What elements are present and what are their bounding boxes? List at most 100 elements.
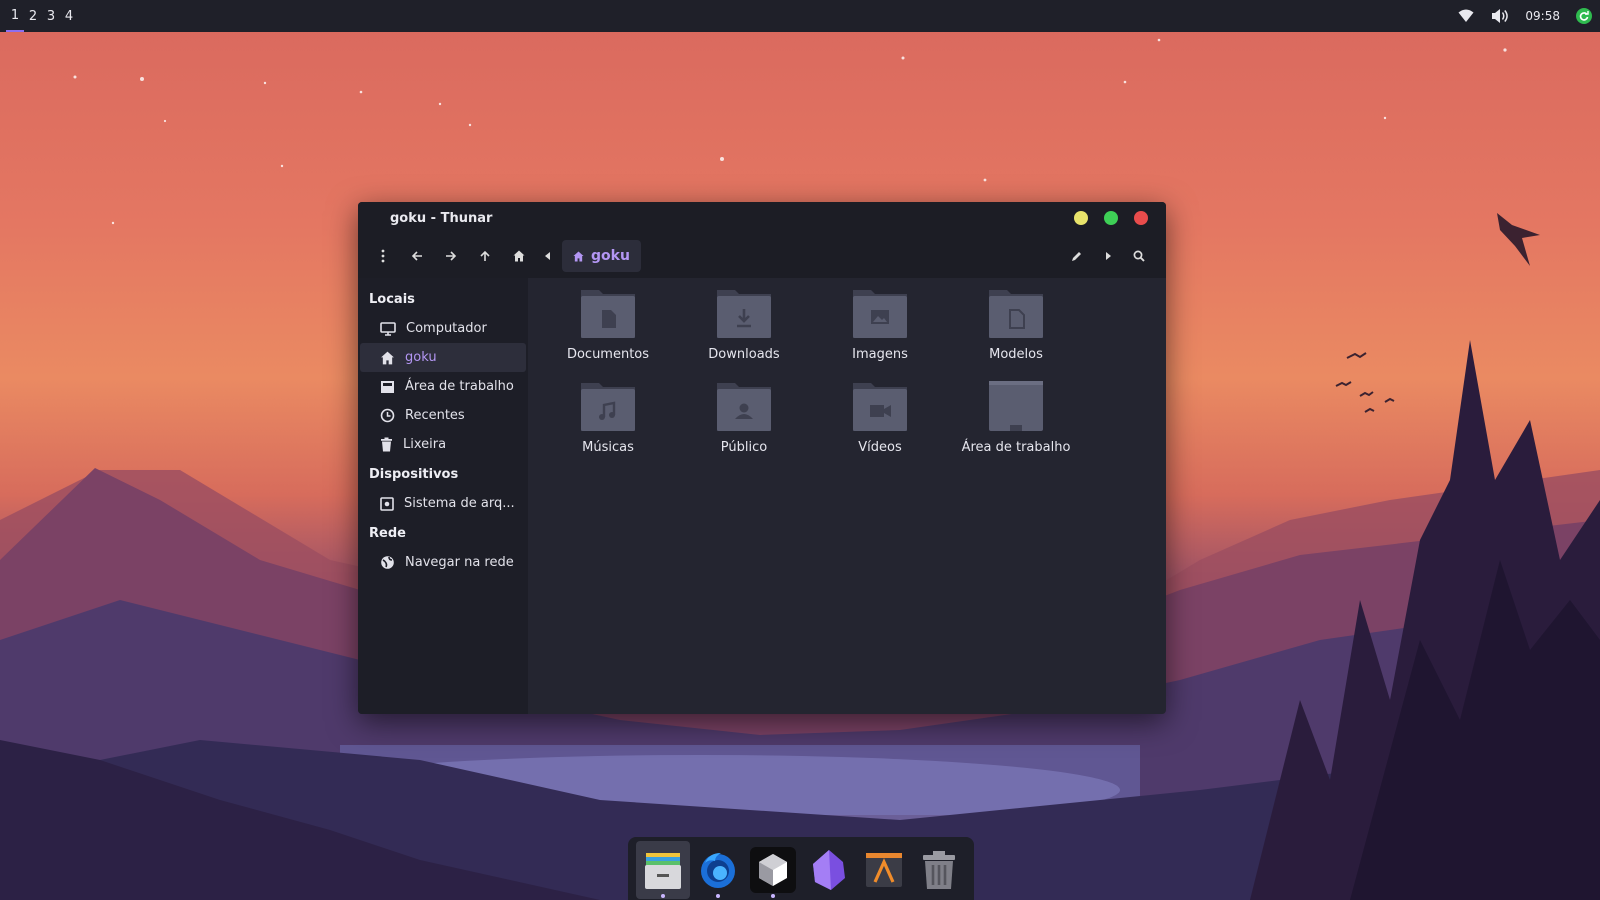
folder-item-videos[interactable]: Vídeos bbox=[812, 379, 948, 455]
folder-desktop-icon bbox=[989, 381, 1043, 431]
running-indicator bbox=[771, 894, 776, 898]
monitor-icon bbox=[380, 321, 396, 336]
sidebar-item-label: Lixeira bbox=[403, 437, 447, 452]
firefox-app-icon bbox=[701, 853, 736, 888]
folder-item-area-de-trabalho[interactable]: Área de trabalho bbox=[948, 379, 1084, 455]
breadcrumb-right-button[interactable] bbox=[1096, 241, 1120, 271]
file-label: Vídeos bbox=[858, 440, 902, 455]
dock-app-files[interactable] bbox=[636, 841, 691, 899]
home-icon bbox=[573, 250, 584, 262]
dock-app-trash[interactable] bbox=[912, 841, 966, 899]
drive-icon bbox=[380, 496, 394, 511]
sidebar-item-lixeira[interactable]: Lixeira bbox=[360, 430, 526, 459]
folder-download-icon bbox=[717, 290, 771, 338]
window-title: goku - Thunar bbox=[390, 210, 493, 226]
sidebar-item-goku[interactable]: goku bbox=[360, 343, 526, 372]
close-button[interactable] bbox=[1134, 211, 1148, 225]
sublime-app-icon bbox=[865, 853, 902, 887]
running-indicator bbox=[661, 894, 666, 898]
system-tray: 09:58 bbox=[1457, 7, 1594, 25]
kebab-menu-icon bbox=[381, 249, 385, 263]
sidebar-item-area-de-trabalho[interactable]: Área de trabalho bbox=[360, 372, 526, 401]
folder-item-downloads[interactable]: Downloads bbox=[676, 286, 812, 362]
folder-item-documentos[interactable]: Documentos bbox=[540, 286, 676, 362]
file-label: Documentos bbox=[566, 347, 650, 362]
forward-button[interactable] bbox=[434, 241, 468, 271]
wifi-icon[interactable] bbox=[1457, 7, 1475, 25]
folder-public-icon bbox=[717, 383, 771, 431]
file-label: Músicas bbox=[582, 440, 634, 455]
sidebar-item-navegar-na-rede[interactable]: Navegar na rede bbox=[360, 548, 526, 577]
arrow-left-icon bbox=[411, 251, 422, 261]
folder-videos-icon bbox=[853, 383, 907, 431]
folder-item-musicas[interactable]: Músicas bbox=[540, 379, 676, 455]
file-label: Área de trabalho bbox=[961, 440, 1071, 455]
chevron-left-icon bbox=[545, 252, 550, 260]
trash-app-icon bbox=[922, 851, 955, 889]
back-button[interactable] bbox=[400, 241, 434, 271]
file-label: Downloads bbox=[708, 347, 780, 362]
folder-templates-icon bbox=[989, 290, 1043, 338]
breadcrumb-home[interactable]: goku bbox=[562, 240, 641, 272]
sidebar-section-title: Dispositivos bbox=[369, 466, 459, 482]
sidebar-item-label: Área de trabalho bbox=[405, 379, 514, 394]
folder-item-imagens[interactable]: Imagens bbox=[812, 286, 948, 362]
folder-item-publico[interactable]: Público bbox=[676, 379, 812, 455]
trash-icon bbox=[381, 437, 392, 452]
sidebar-item-recentes[interactable]: Recentes bbox=[360, 401, 526, 430]
desktop-icon bbox=[381, 380, 394, 393]
breadcrumb-left-button[interactable] bbox=[536, 241, 560, 271]
folder-pictures-icon bbox=[853, 290, 907, 338]
dock-app-sublime[interactable] bbox=[857, 841, 911, 899]
running-indicator bbox=[716, 894, 721, 898]
file-grid: Documentos Downloads Imagens Modelos Mús… bbox=[540, 286, 1084, 455]
sidebar-section-title: Locais bbox=[369, 291, 415, 307]
home-button[interactable] bbox=[502, 241, 536, 271]
unity-app-icon bbox=[750, 847, 797, 893]
sidebar: Locais Computador goku Área de trabalho … bbox=[358, 278, 528, 714]
workspace-1[interactable]: 1 bbox=[6, 0, 24, 32]
obsidian-app-icon bbox=[812, 850, 845, 890]
up-button[interactable] bbox=[468, 241, 502, 271]
toolbar-right bbox=[1060, 241, 1156, 271]
edit-location-button[interactable] bbox=[1060, 241, 1094, 271]
sidebar-item-computador[interactable]: Computador bbox=[360, 314, 526, 343]
thunar-window: goku - Thunar goku Locais Computador gok… bbox=[358, 202, 1166, 714]
breadcrumb-label: goku bbox=[591, 248, 630, 264]
pencil-icon bbox=[1072, 252, 1081, 261]
dock-app-unity[interactable] bbox=[746, 841, 800, 899]
search-button[interactable] bbox=[1122, 241, 1156, 271]
folder-item-modelos[interactable]: Modelos bbox=[948, 286, 1084, 362]
folder-documents-icon bbox=[581, 290, 635, 338]
folder-music-icon bbox=[581, 383, 635, 431]
minimize-button[interactable] bbox=[1074, 211, 1088, 225]
sidebar-section-title: Rede bbox=[369, 525, 406, 541]
clock[interactable]: 09:58 bbox=[1525, 9, 1560, 23]
update-icon[interactable] bbox=[1576, 8, 1592, 24]
dock-app-firefox[interactable] bbox=[691, 841, 745, 899]
window-titlebar[interactable]: goku - Thunar bbox=[358, 202, 1166, 234]
volume-icon[interactable] bbox=[1491, 7, 1509, 25]
workspace-3[interactable]: 3 bbox=[42, 0, 60, 32]
dock bbox=[628, 837, 974, 900]
window-toolbar: goku bbox=[358, 234, 1166, 278]
home-icon bbox=[381, 351, 394, 364]
window-body: Locais Computador goku Área de trabalho … bbox=[358, 278, 1166, 714]
window-controls bbox=[1074, 211, 1148, 225]
dock-app-obsidian[interactable] bbox=[802, 841, 856, 899]
home-icon bbox=[513, 250, 525, 262]
search-icon bbox=[1133, 250, 1145, 262]
workspace-4[interactable]: 4 bbox=[60, 0, 78, 32]
files-app-icon bbox=[645, 853, 682, 889]
sidebar-item-sistema-de-arquivos[interactable]: Sistema de arq... bbox=[360, 489, 526, 518]
workspace-2[interactable]: 2 bbox=[24, 0, 42, 32]
file-label: Modelos bbox=[989, 347, 1043, 362]
clock-icon bbox=[380, 408, 395, 423]
sidebar-item-label: Computador bbox=[406, 321, 487, 336]
file-label: Público bbox=[720, 440, 768, 455]
file-label: Imagens bbox=[852, 347, 908, 362]
menu-button[interactable] bbox=[366, 241, 400, 271]
chevron-right-icon bbox=[1106, 252, 1111, 260]
maximize-button[interactable] bbox=[1104, 211, 1118, 225]
sidebar-item-label: Sistema de arq... bbox=[404, 496, 515, 511]
